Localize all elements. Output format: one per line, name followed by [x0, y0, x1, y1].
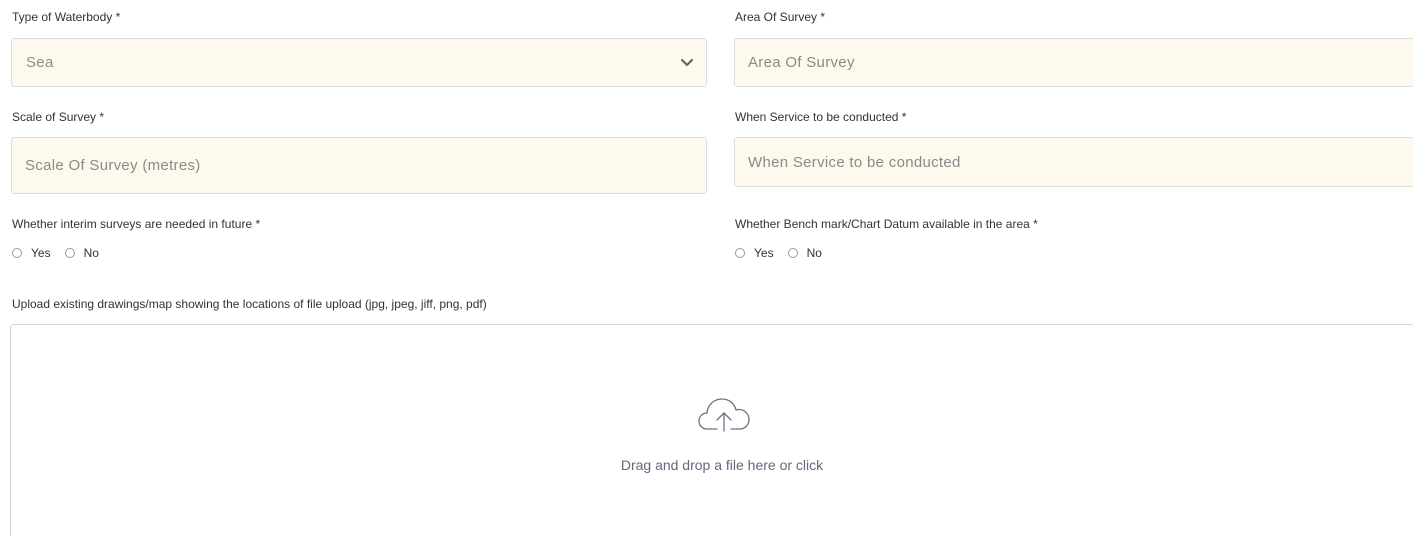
waterbody-select[interactable]: Sea: [11, 38, 707, 87]
area-of-survey-input[interactable]: Area Of Survey: [734, 38, 1413, 87]
waterbody-selected-value: Sea: [26, 54, 54, 71]
service-time-label: When Service to be conducted *: [735, 110, 907, 124]
interim-surveys-yes-option[interactable]: Yes: [12, 246, 51, 260]
radio-label: Yes: [754, 246, 774, 260]
radio-circle-icon[interactable]: [12, 248, 22, 258]
upload-label: Upload existing drawings/map showing the…: [12, 297, 487, 311]
waterbody-label: Type of Waterbody *: [12, 10, 121, 24]
dropzone-prompt[interactable]: Drag and drop a file here or click: [0, 457, 1413, 473]
interim-surveys-label: Whether interim surveys are needed in fu…: [12, 217, 261, 231]
interim-surveys-radio-group: Yes No: [12, 246, 113, 260]
interim-surveys-no-option[interactable]: No: [64, 246, 99, 260]
bench-mark-label: Whether Bench mark/Chart Datum available…: [735, 217, 1038, 231]
scale-of-survey-label: Scale of Survey *: [12, 110, 105, 124]
service-time-input[interactable]: When Service to be conducted: [734, 137, 1413, 187]
radio-circle-icon[interactable]: [64, 248, 75, 258]
service-time-placeholder: When Service to be conducted: [748, 153, 961, 171]
radio-label: No: [806, 246, 822, 260]
radio-label: No: [83, 246, 99, 260]
cloud-upload-icon[interactable]: [697, 395, 751, 435]
scale-of-survey-input[interactable]: Scale Of Survey (metres): [11, 137, 707, 194]
radio-label: Yes: [31, 246, 51, 260]
area-of-survey-label: Area Of Survey *: [735, 10, 826, 24]
bench-mark-no-option[interactable]: No: [787, 246, 822, 260]
radio-circle-icon[interactable]: [735, 248, 745, 258]
survey-form: Type of Waterbody * Sea Area Of Survey *…: [0, 0, 1413, 536]
chevron-down-icon: [680, 58, 694, 66]
scale-of-survey-placeholder: Scale Of Survey (metres): [25, 157, 201, 174]
bench-mark-radio-group: Yes No: [735, 246, 836, 260]
radio-circle-icon[interactable]: [787, 248, 798, 258]
bench-mark-yes-option[interactable]: Yes: [735, 246, 774, 260]
area-of-survey-placeholder: Area Of Survey: [748, 54, 855, 71]
